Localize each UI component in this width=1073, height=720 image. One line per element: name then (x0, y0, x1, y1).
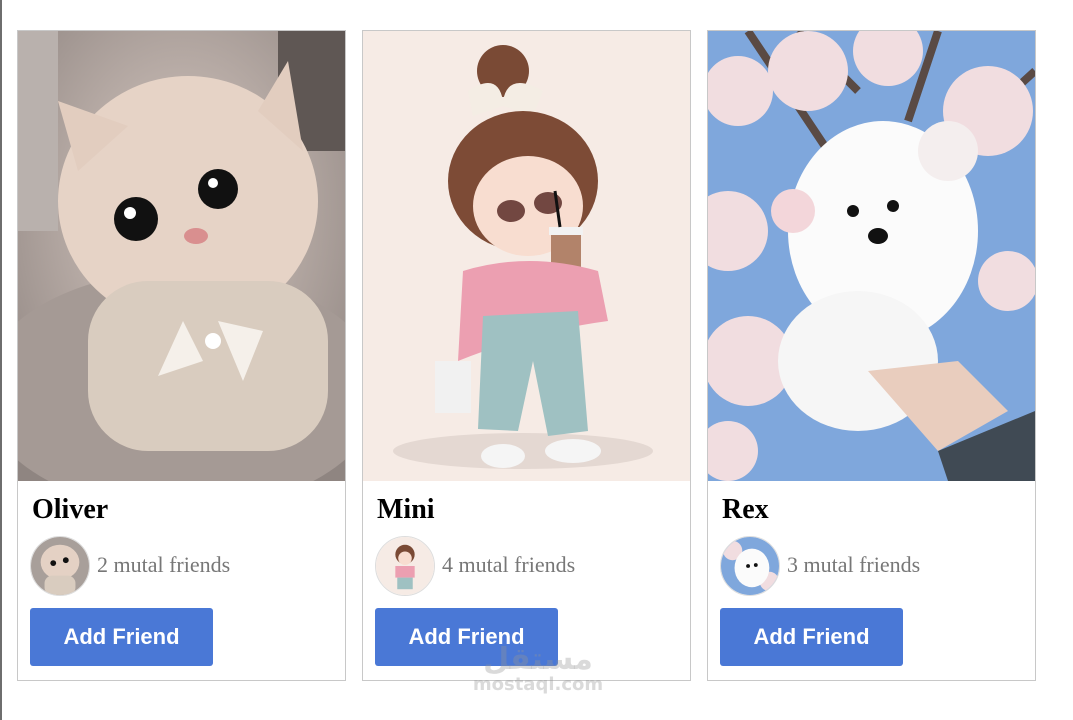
avatar (720, 536, 780, 596)
friend-card-mini: Mini 4 mutal friends Add Friend (362, 30, 691, 681)
friend-name: Mini (377, 494, 435, 525)
kitten-photo (18, 31, 345, 481)
friend-card-rex: Rex 3 mutal friends Add Friend (707, 30, 1036, 681)
kitten-avatar-image (31, 537, 89, 595)
kitten-illustration (18, 31, 345, 481)
mutual-friends-count: 4 mutal friends (442, 552, 576, 577)
cartoon-girl-avatar-image (376, 537, 434, 595)
friend-card-oliver: Oliver 2 mutal friends Add Friend (17, 30, 346, 681)
friend-name: Rex (722, 494, 769, 525)
avatar (375, 536, 435, 596)
add-friend-button[interactable]: Add Friend (30, 608, 213, 666)
add-friend-button[interactable]: Add Friend (720, 608, 903, 666)
cartoon-girl-photo (363, 31, 690, 481)
puppy-photo (708, 31, 1035, 481)
mutual-friends-count: 2 mutal friends (97, 552, 231, 577)
friend-name: Oliver (32, 494, 109, 525)
puppy-avatar-image (721, 537, 779, 595)
window-left-edge (0, 0, 2, 720)
avatar (30, 536, 90, 596)
puppy-illustration (708, 31, 1035, 481)
cartoon-girl-illustration (363, 31, 690, 481)
add-friend-button[interactable]: Add Friend (375, 608, 558, 666)
mutual-friends-count: 3 mutal friends (787, 552, 921, 577)
